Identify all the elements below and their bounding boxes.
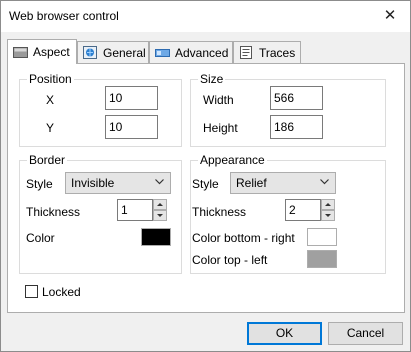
title-bar: Web browser control ✕ (1, 1, 410, 32)
color-top-left-label: Color top - left (192, 253, 268, 267)
aspect-icon (13, 46, 28, 59)
width-input[interactable]: 566 (270, 86, 323, 110)
spin-up-icon[interactable] (153, 199, 167, 210)
tab-aspect-label: Aspect (33, 45, 70, 59)
tab-advanced-label: Advanced (175, 45, 229, 60)
color-top-left-swatch[interactable] (307, 250, 337, 268)
window-title: Web browser control (9, 9, 119, 23)
locked-checkbox[interactable] (25, 285, 38, 298)
tab-strip: Aspect General Advanced Traces (7, 39, 405, 64)
appearance-thickness-label: Thickness (192, 205, 247, 219)
aspect-panel: Position X 10 Y 10 Size Width 566 Height… (7, 63, 405, 313)
cancel-button[interactable]: Cancel (328, 322, 403, 345)
border-style-value: Invisible (71, 176, 115, 190)
appearance-style-value: Relief (236, 176, 267, 190)
tab-traces[interactable]: Traces (233, 41, 301, 63)
appearance-thickness-input[interactable]: 2 (285, 199, 321, 221)
ok-button[interactable]: OK (247, 322, 322, 345)
border-thickness-input[interactable]: 1 (117, 199, 153, 221)
tab-advanced[interactable]: Advanced (149, 41, 233, 63)
appearance-style-select[interactable]: Relief (230, 172, 336, 194)
chevron-down-icon (155, 179, 164, 185)
color-bottom-right-swatch[interactable] (307, 228, 337, 246)
border-group-label: Border (27, 153, 68, 167)
locked-label: Locked (42, 285, 81, 299)
x-input[interactable]: 10 (105, 86, 158, 110)
y-label: Y (46, 121, 55, 135)
appearance-style-label: Style (192, 177, 219, 191)
appearance-thickness-spinner[interactable] (321, 199, 335, 221)
spin-down-icon[interactable] (321, 210, 335, 221)
size-group-label: Size (198, 72, 226, 86)
border-color-swatch[interactable] (141, 228, 171, 246)
tab-aspect[interactable]: Aspect (7, 39, 77, 64)
advanced-icon (155, 46, 170, 59)
spin-down-icon[interactable] (153, 210, 167, 221)
width-label: Width (203, 93, 234, 107)
border-thickness-spinner[interactable] (153, 199, 167, 221)
close-button[interactable]: ✕ (382, 7, 398, 25)
border-style-label: Style (26, 177, 53, 191)
dialog-window: Web browser control ✕ Aspect General Adv… (0, 0, 411, 352)
x-label: X (46, 93, 55, 107)
tab-general-label: General (103, 45, 146, 60)
border-color-label: Color (26, 231, 55, 245)
y-input[interactable]: 10 (105, 115, 158, 139)
border-thickness-label: Thickness (26, 205, 81, 219)
tab-general[interactable]: General (77, 41, 149, 63)
height-input[interactable]: 186 (270, 115, 323, 139)
tab-traces-label: Traces (259, 45, 296, 60)
position-group-label: Position (27, 72, 74, 86)
traces-icon (239, 46, 254, 59)
spin-up-icon[interactable] (321, 199, 335, 210)
appearance-group-label: Appearance (198, 153, 267, 167)
chevron-down-icon (320, 179, 329, 185)
border-style-select[interactable]: Invisible (65, 172, 171, 194)
height-label: Height (203, 121, 238, 135)
globe-icon (83, 46, 98, 59)
color-bottom-right-label: Color bottom - right (192, 231, 295, 245)
